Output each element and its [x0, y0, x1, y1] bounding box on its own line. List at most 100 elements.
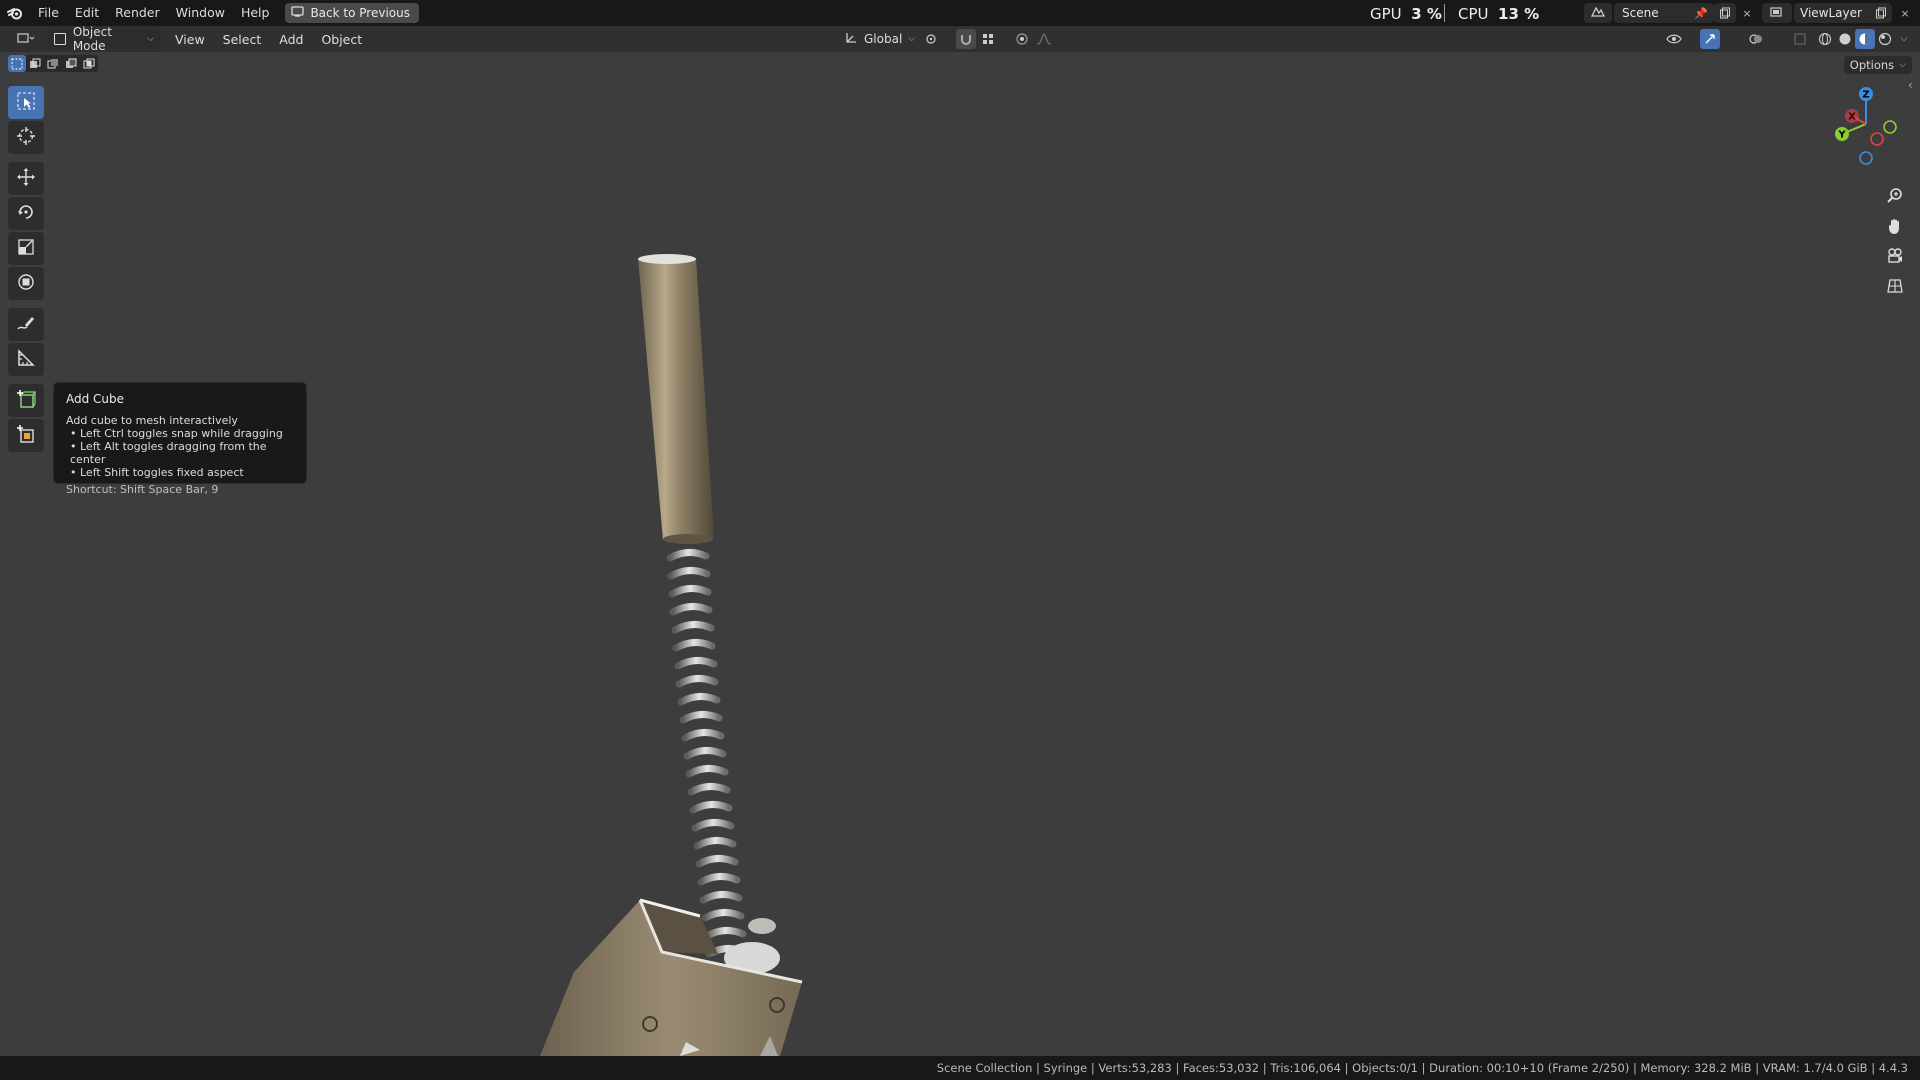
object-mode-dropdown[interactable]: Object Mode ⌵	[48, 25, 160, 53]
view-menu[interactable]: View	[166, 32, 214, 47]
gpu-value: 3 %	[1411, 5, 1442, 23]
delete-scene-icon[interactable]: ×	[1736, 3, 1758, 23]
select-menu[interactable]: Select	[214, 32, 271, 47]
new-scene-icon[interactable]	[1714, 3, 1736, 23]
navigation-gizmo[interactable]: Z Y X	[1826, 86, 1906, 166]
cpu-value: 13 %	[1498, 5, 1540, 23]
shading-options-chevron-icon[interactable]: ⌵	[1894, 29, 1914, 49]
select-box-tool[interactable]	[8, 86, 44, 119]
pan-hand-icon[interactable]	[1882, 213, 1908, 239]
select-intersect-icon[interactable]	[80, 55, 98, 72]
move-icon	[16, 167, 36, 190]
select-subtract-icon[interactable]	[44, 55, 62, 72]
gpu-stat: GPU 3 %	[1370, 0, 1442, 26]
status-bar: Scene Collection | Syringe | Verts:53,28…	[0, 1056, 1920, 1080]
menu-help[interactable]: Help	[233, 0, 278, 26]
stat-separator	[1444, 4, 1445, 22]
menu-render[interactable]: Render	[107, 0, 168, 26]
camera-view-icon[interactable]	[1882, 243, 1908, 269]
add-cube-alt-tool[interactable]	[8, 419, 44, 452]
snap-toggle-icon[interactable]	[956, 29, 976, 49]
new-view-layer-icon[interactable]	[1870, 3, 1892, 23]
gizmo-neg-x-axis[interactable]	[1870, 132, 1884, 146]
cursor-icon	[16, 126, 36, 149]
viewport-header: Object Mode ⌵ View Select Add Object Glo…	[0, 25, 1920, 53]
tooltip-bullet: • Left Alt toggles dragging from the cen…	[70, 440, 267, 466]
transform-icon	[16, 272, 36, 295]
editor-type-button[interactable]	[10, 29, 42, 49]
back-to-previous-label: Back to Previous	[310, 6, 410, 20]
sidebar-toggle-icon[interactable]: ‹	[1908, 78, 1913, 92]
object-mode-label: Object Mode	[72, 25, 112, 53]
zoom-icon[interactable]	[1882, 183, 1908, 209]
measure-icon	[16, 348, 36, 371]
chevron-down-icon: ⌵	[1899, 60, 1906, 70]
select-invert-icon[interactable]	[62, 55, 80, 72]
scale-tool[interactable]	[8, 232, 44, 265]
annotate-tool[interactable]	[8, 308, 44, 341]
add-cube-tool[interactable]	[8, 384, 44, 417]
transform-tool[interactable]	[8, 267, 44, 300]
scene-browse-button[interactable]	[1584, 3, 1612, 23]
tooltip-bullet-text: Left Alt toggles dragging from the cente…	[70, 440, 267, 466]
menu-edit[interactable]: Edit	[67, 0, 107, 26]
pin-icon[interactable]: 📌	[1690, 3, 1712, 23]
pivot-point-icon[interactable]	[922, 29, 942, 49]
add-menu[interactable]: Add	[270, 32, 312, 47]
screen-icon	[291, 6, 305, 20]
rotate-tool[interactable]	[8, 197, 44, 230]
select-extend-icon[interactable]	[26, 55, 44, 72]
blender-logo-icon[interactable]	[0, 0, 30, 26]
gizmo-x-label: X	[1848, 112, 1856, 123]
orientation-icon	[844, 31, 858, 48]
tooltip-title: Add Cube	[66, 392, 125, 406]
transform-orientation-dropdown[interactable]: Global ⌵	[838, 29, 921, 49]
rendered-shading-icon[interactable]	[1875, 29, 1895, 49]
tooltip-bullet-text: Left Ctrl toggles snap while dragging	[80, 427, 283, 440]
cursor-tool[interactable]	[8, 121, 44, 154]
add-cube-tooltip: Add Cube Add cube to mesh interactively …	[53, 382, 307, 496]
select-set-icon[interactable]	[8, 55, 26, 72]
3d-viewport[interactable]: Add Cube Add cube to mesh interactively …	[0, 52, 1920, 1056]
delete-view-layer-icon[interactable]: ×	[1894, 3, 1916, 23]
visibility-icon[interactable]	[1664, 29, 1684, 49]
view-layer-name-field[interactable]: ViewLayer	[1794, 3, 1878, 23]
chevron-down-icon: ⌵	[147, 34, 154, 44]
scale-icon	[16, 237, 36, 260]
rotate-icon	[16, 202, 36, 225]
tooltip-shortcut: Shortcut: Shift Space Bar, 9	[66, 483, 219, 496]
material-preview-shading-icon[interactable]	[1855, 29, 1875, 49]
object-menu[interactable]: Object	[312, 32, 371, 47]
options-label: Options	[1849, 58, 1895, 72]
perspective-toggle-icon[interactable]	[1882, 273, 1908, 299]
snap-target-icon[interactable]	[978, 29, 998, 49]
back-to-previous-button[interactable]: Back to Previous	[285, 3, 419, 23]
tooltip-bullet-text: Left Shift toggles fixed aspect	[80, 466, 244, 479]
scene-icon	[1590, 6, 1606, 21]
chevron-down-icon: ⌵	[908, 34, 916, 44]
falloff-icon[interactable]	[1034, 29, 1054, 49]
menu-window[interactable]: Window	[168, 0, 233, 26]
move-tool[interactable]	[8, 162, 44, 195]
menu-file[interactable]: File	[30, 0, 67, 26]
gizmo-toggle-icon[interactable]	[1700, 29, 1720, 49]
status-bar-info: Scene Collection | Syringe | Verts:53,28…	[936, 1061, 1908, 1075]
gizmo-neg-z-axis[interactable]	[1859, 151, 1873, 165]
options-dropdown[interactable]: Options ⌵	[1843, 56, 1912, 74]
tooltip-bullet: • Left Shift toggles fixed aspect	[70, 466, 244, 479]
wireframe-shading-icon[interactable]	[1815, 29, 1835, 49]
proportional-edit-icon[interactable]	[1012, 29, 1032, 49]
transform-orientation-label: Global	[864, 32, 903, 46]
view-layer-icon	[1769, 6, 1785, 21]
solid-shading-icon[interactable]	[1835, 29, 1855, 49]
cpu-stat: CPU 13 %	[1458, 0, 1539, 26]
view-layer-browse-button[interactable]	[1762, 3, 1792, 23]
overlays-icon[interactable]	[1746, 29, 1766, 49]
spring-coils	[666, 549, 749, 958]
gizmo-neg-y-axis[interactable]	[1883, 120, 1897, 134]
gizmo-y-label: Y	[1837, 130, 1846, 141]
selection-mode-group	[8, 55, 98, 72]
xray-icon[interactable]	[1790, 29, 1810, 49]
measure-tool[interactable]	[8, 343, 44, 376]
select-box-icon	[16, 91, 36, 114]
